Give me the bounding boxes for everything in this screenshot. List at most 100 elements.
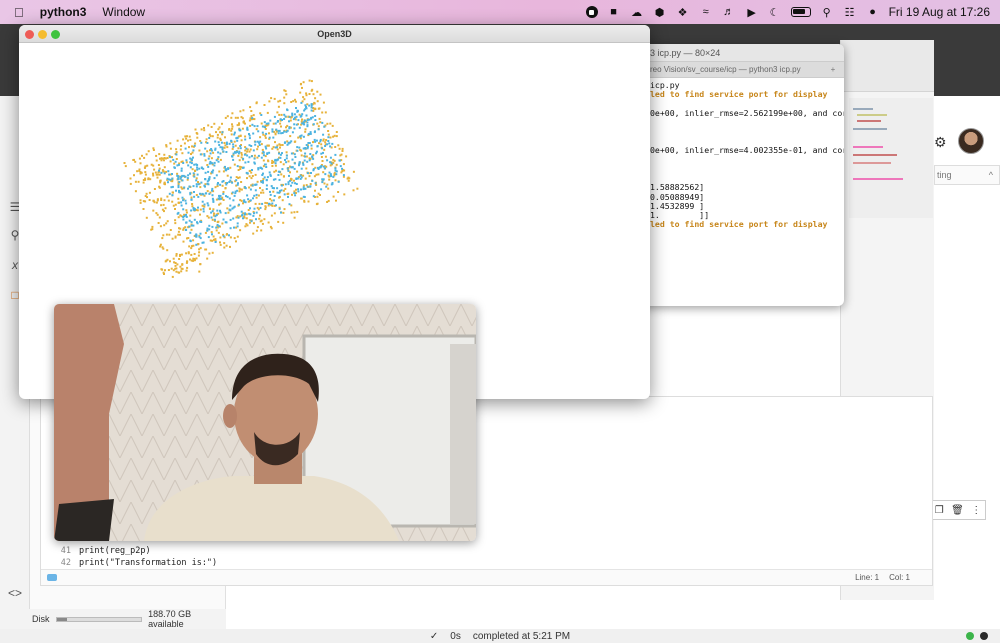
point (144, 177, 147, 180)
code-line[interactable]: 41 print(reg_p2p) (55, 545, 217, 557)
point (206, 215, 209, 218)
apple-menu-icon[interactable]:  (0, 5, 32, 20)
point (334, 146, 337, 148)
point (238, 150, 241, 153)
point (219, 209, 221, 212)
point (311, 155, 314, 158)
point (179, 255, 181, 257)
point (321, 121, 324, 124)
menubar-clock[interactable]: Fri 19 Aug at 17:26 (889, 5, 990, 19)
camera-icon[interactable]: ■ (607, 5, 621, 19)
point (277, 174, 280, 176)
point (192, 172, 195, 175)
screen-record-icon[interactable] (585, 6, 598, 18)
point (306, 121, 309, 124)
zoom-window-icon[interactable] (51, 30, 60, 39)
point (223, 142, 226, 144)
user-icon[interactable]: ● (866, 5, 880, 19)
point (267, 144, 270, 147)
vpn-icon[interactable]: ⬢ (653, 5, 667, 19)
minimize-window-icon[interactable] (38, 30, 47, 39)
point (189, 161, 192, 164)
avatar[interactable] (958, 128, 984, 154)
point (238, 203, 240, 206)
close-window-icon[interactable] (25, 30, 34, 39)
dropbox-icon[interactable]: ❖ (676, 5, 690, 19)
point (194, 128, 197, 131)
close-icon[interactable]: ✕ (982, 100, 994, 117)
point (172, 204, 175, 207)
point (277, 100, 280, 103)
point (211, 187, 214, 190)
point (310, 109, 313, 112)
point (264, 136, 267, 139)
point (144, 166, 146, 169)
point (264, 127, 267, 130)
window-menu[interactable]: Window (94, 5, 153, 19)
wifi-icon[interactable]: ≈ (699, 5, 713, 19)
point (321, 160, 324, 162)
point (271, 165, 274, 167)
new-tab-icon[interactable]: + (826, 62, 840, 78)
point (280, 125, 282, 128)
point (167, 199, 170, 202)
moon-icon[interactable]: ☾ (768, 5, 782, 19)
point (332, 195, 335, 198)
point (283, 175, 285, 178)
point (262, 151, 265, 154)
more-icon[interactable]: ⋮ (971, 505, 981, 516)
chevron-up-icon[interactable]: ^ (989, 170, 999, 180)
point (232, 143, 235, 146)
point (159, 243, 162, 246)
point (256, 180, 259, 183)
code-line[interactable]: 42 print("Transformation is:") (55, 557, 217, 569)
point (175, 270, 178, 273)
point (262, 133, 265, 136)
point (305, 106, 307, 108)
play-icon[interactable]: ▶ (745, 5, 759, 19)
code-icon[interactable]: <> (8, 586, 22, 600)
right-panel-tab[interactable]: ting ^ (934, 165, 1000, 185)
cursor-col: Col: 1 (889, 573, 910, 582)
point (340, 171, 343, 174)
volume-icon[interactable]: ♬ (722, 5, 736, 19)
point (304, 108, 307, 111)
point (171, 177, 174, 180)
point (242, 217, 244, 220)
point (188, 135, 191, 138)
point (259, 136, 262, 139)
point (240, 210, 243, 213)
point (174, 235, 177, 238)
gear-icon[interactable]: ⚙ (934, 134, 947, 151)
point (332, 175, 335, 178)
battery-icon[interactable] (790, 7, 811, 17)
trash-icon[interactable]: 🗑 (951, 505, 964, 516)
point (287, 192, 290, 195)
point (320, 165, 323, 167)
app-name-menu[interactable]: python3 (32, 5, 95, 19)
copy-icon[interactable]: ❐ (935, 505, 944, 516)
point (229, 245, 231, 248)
point (301, 113, 304, 116)
point (161, 157, 164, 160)
control-center-icon[interactable]: ☷ (843, 5, 857, 19)
point (167, 181, 169, 184)
search-icon[interactable]: ⚲ (820, 5, 834, 19)
point (249, 199, 252, 202)
point (198, 167, 201, 170)
point (168, 233, 171, 236)
point (210, 231, 213, 234)
point (309, 131, 312, 134)
open3d-title: Open3D (317, 29, 352, 39)
point (235, 240, 237, 243)
point (295, 178, 298, 180)
point (178, 258, 181, 260)
point (159, 245, 162, 248)
point (239, 199, 242, 202)
point (211, 225, 214, 228)
point (292, 100, 295, 103)
point (165, 233, 168, 236)
cloud-icon[interactable]: ☁ (630, 5, 644, 19)
